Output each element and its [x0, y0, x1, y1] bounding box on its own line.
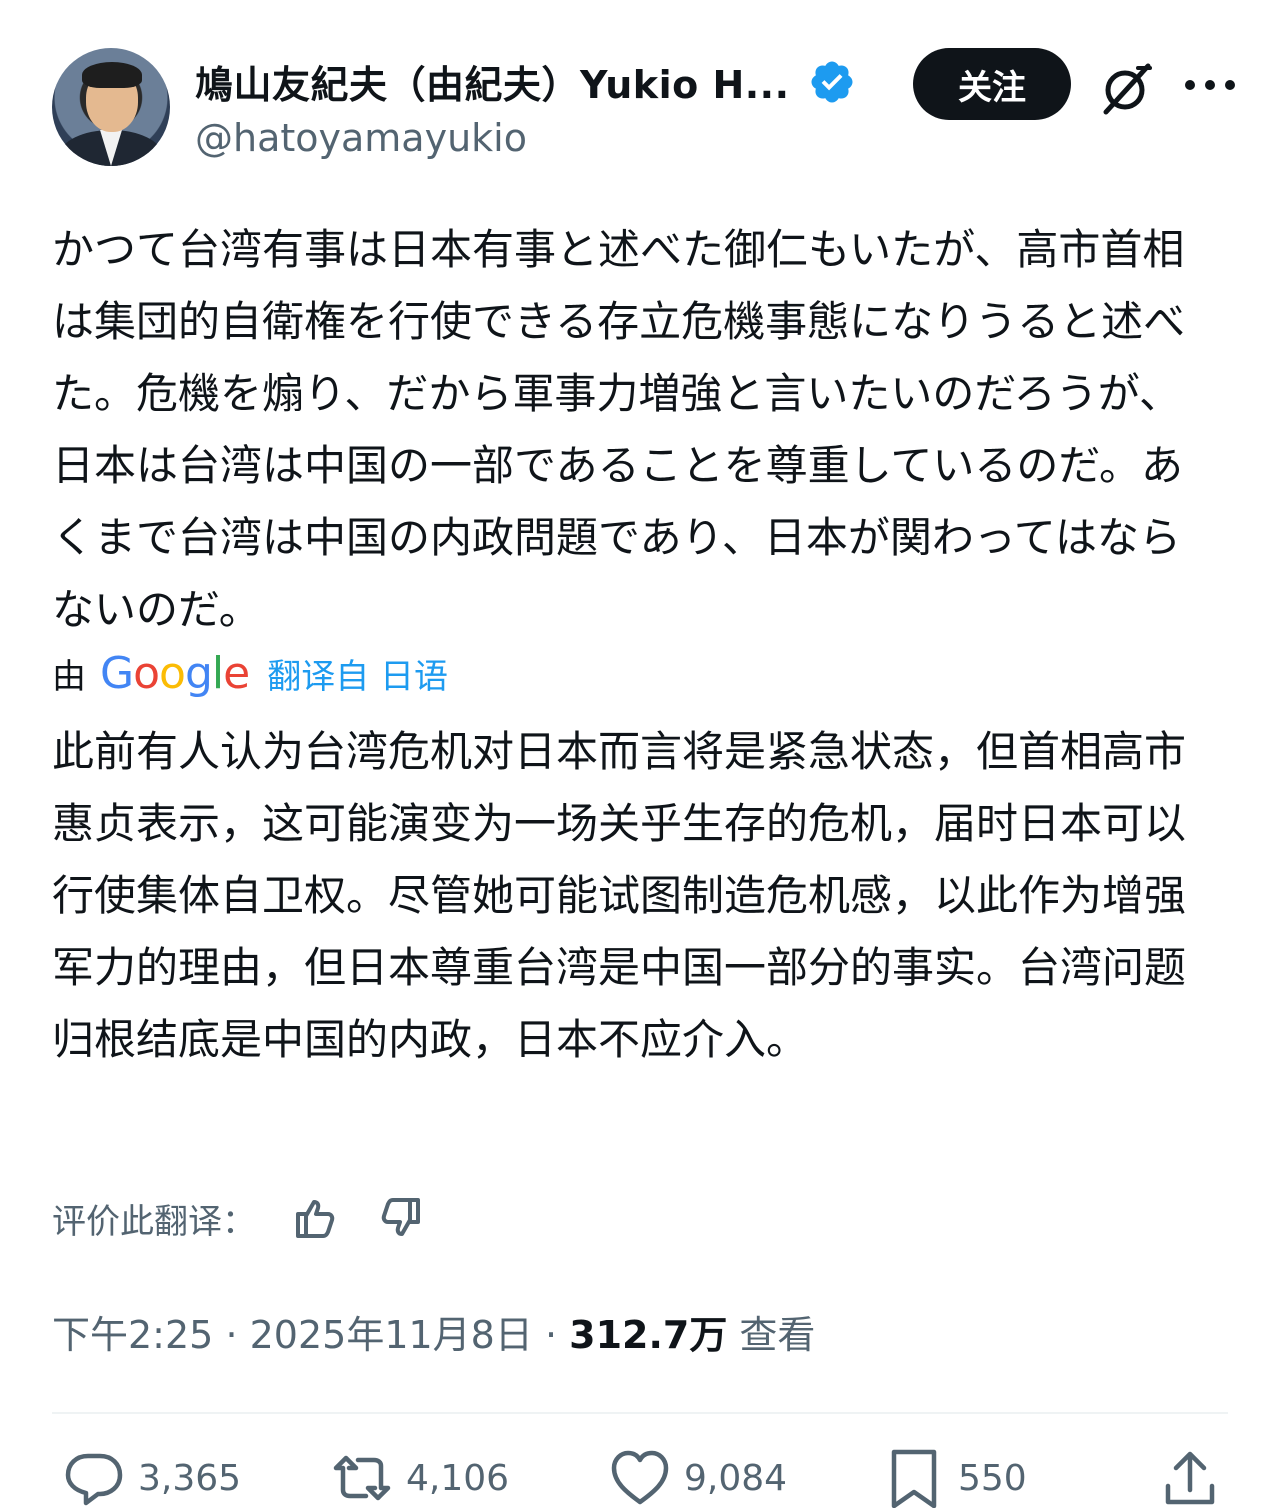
reply-count: 3,365: [138, 1457, 242, 1499]
verified-badge-icon: [808, 58, 856, 106]
repost-icon: [333, 1455, 391, 1501]
bookmark-count: 550: [958, 1457, 1027, 1499]
repost-count: 4,106: [406, 1457, 510, 1499]
post-translated-text: 此前有人认为台湾危机对日本而言将是紧急状态，但首相高市惠贞表示，这可能演变为一场…: [52, 727, 1187, 1064]
handle[interactable]: @hatoyamayukio: [195, 116, 527, 160]
rate-translation-row: 评价此翻译：: [52, 1190, 424, 1246]
reply-icon: [65, 1453, 123, 1506]
post-header: 鳩山友紀夫（由紀夫）Yukio H... @hatoyamayukio 关注: [52, 48, 1240, 168]
meta-separator: ·: [225, 1313, 250, 1357]
translation-attribution: 由 Google 翻译自 日语: [52, 648, 448, 699]
post-time[interactable]: 下午2:25: [52, 1313, 213, 1357]
bookmark-button[interactable]: 550: [884, 1448, 1027, 1508]
views-label: 查看: [739, 1313, 816, 1357]
more-icon[interactable]: [1180, 60, 1240, 110]
bookmark-icon: [891, 1449, 937, 1508]
post-original-text: かつて台湾有事は日本有事と述べた御仁もいたが、高市首相は集団的自衛権を行使できる…: [52, 225, 1186, 634]
reply-button[interactable]: 3,365: [64, 1448, 241, 1508]
display-name[interactable]: 鳩山友紀夫（由紀夫）Yukio H...: [195, 54, 790, 109]
avatar[interactable]: [52, 48, 170, 166]
action-bar: 3,365 4,106 9,084 550: [52, 1448, 1240, 1508]
name-row: 鳩山友紀夫（由紀夫）Yukio H...: [195, 54, 856, 109]
repost-button[interactable]: 4,106: [332, 1448, 509, 1508]
thumbs-down-icon[interactable]: [376, 1194, 424, 1242]
google-logo: Google: [100, 648, 250, 699]
share-button[interactable]: [1160, 1448, 1234, 1508]
thumbs-up-icon[interactable]: [292, 1194, 340, 1242]
share-icon: [1165, 1451, 1215, 1505]
like-count: 9,084: [684, 1457, 788, 1499]
post-date[interactable]: 2025年11月8日: [250, 1313, 533, 1357]
like-icon: [611, 1450, 669, 1505]
meta-separator: ·: [544, 1313, 570, 1357]
rate-translation-label: 评价此翻译：: [52, 1201, 256, 1242]
like-button[interactable]: 9,084: [610, 1448, 787, 1508]
translated-by-label: 由: [52, 657, 86, 697]
grok-icon[interactable]: [1098, 60, 1154, 116]
translate-source-link[interactable]: 翻译自 日语: [267, 649, 448, 698]
divider: [52, 1412, 1228, 1414]
follow-button[interactable]: 关注: [913, 48, 1071, 120]
views-count[interactable]: 312.7万: [569, 1313, 727, 1357]
post-meta: 下午2:25 · 2025年11月8日 · 312.7万 查看: [52, 1304, 815, 1359]
